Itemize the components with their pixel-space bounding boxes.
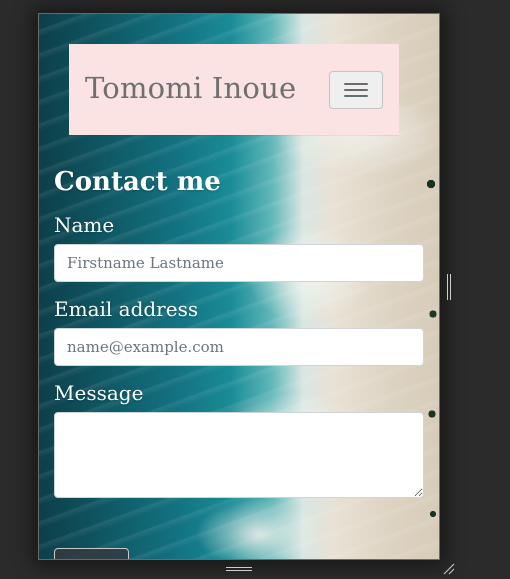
hamburger-icon [344,81,368,99]
message-textarea[interactable] [54,412,424,498]
name-field-group: Name [54,212,424,282]
viewport-frame: Tomomi Inoue Contact me Name Email addre… [38,13,440,560]
email-input[interactable] [54,328,424,366]
message-field-group: Message [54,380,424,498]
resize-corner-icon[interactable] [442,562,456,576]
name-label: Name [54,213,115,237]
shore-trees [423,154,439,559]
email-label: Email address [54,297,199,321]
message-label: Message [54,381,144,405]
resize-handle-vertical-icon[interactable] [446,274,452,300]
submit-button[interactable] [54,548,129,559]
brand-link[interactable]: Tomomi Inoue [85,71,296,105]
contact-form: Contact me Name Email address Message [54,164,424,512]
navbar-toggler-button[interactable] [329,71,383,109]
name-input[interactable] [54,244,424,282]
resize-handle-horizontal-icon[interactable] [226,566,252,572]
navbar: Tomomi Inoue [69,44,399,135]
email-field-group: Email address [54,296,424,366]
contact-title: Contact me [54,167,221,197]
